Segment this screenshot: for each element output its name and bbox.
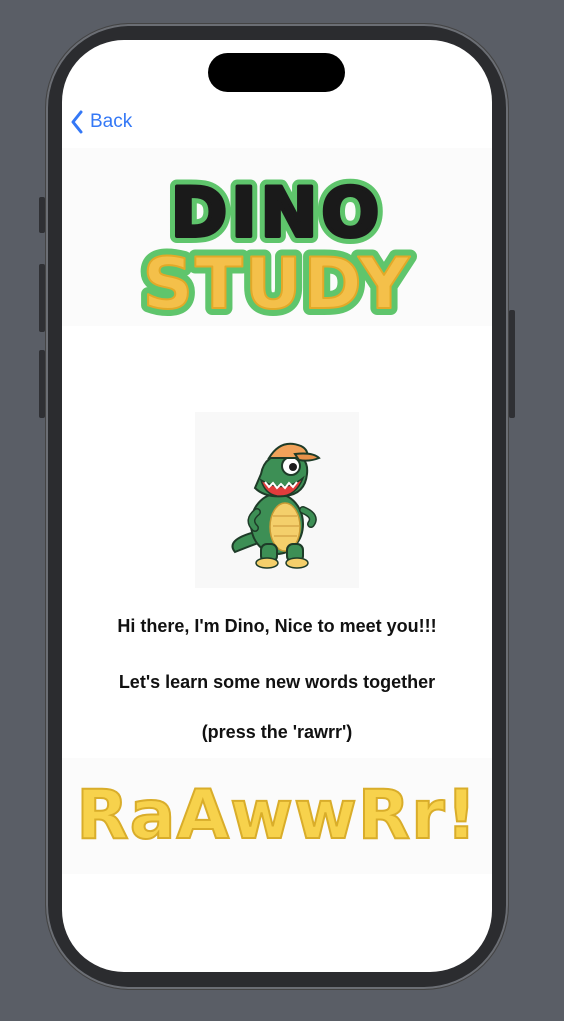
- action-button: [39, 197, 45, 233]
- dino-mascot-icon: [195, 412, 359, 588]
- greeting-text: Hi there, I'm Dino, Nice to meet you!!!: [117, 616, 437, 636]
- svg-text:STUDY: STUDY: [143, 243, 412, 325]
- invite-text: Let's learn some new words together: [118, 672, 436, 692]
- volume-up-button: [39, 264, 45, 332]
- app-screen: Back DINO DINO STUDY STUDY Hi there, I'm…: [62, 40, 492, 972]
- power-button: [509, 310, 515, 418]
- rawr-label: RaAwwRr!: [76, 776, 477, 855]
- rawr-button[interactable]: RaAwwRr!: [62, 758, 492, 874]
- back-label: Back: [90, 111, 133, 132]
- back-button[interactable]: Back: [70, 110, 132, 134]
- hint-text: (press the 'rawrr'): [201, 722, 353, 742]
- chevron-left-icon: [70, 110, 84, 134]
- volume-down-button: [39, 350, 45, 418]
- dynamic-island: [208, 53, 345, 92]
- svg-text:DINO: DINO: [171, 174, 383, 253]
- dino-study-logo: DINO DINO STUDY STUDY: [62, 148, 492, 332]
